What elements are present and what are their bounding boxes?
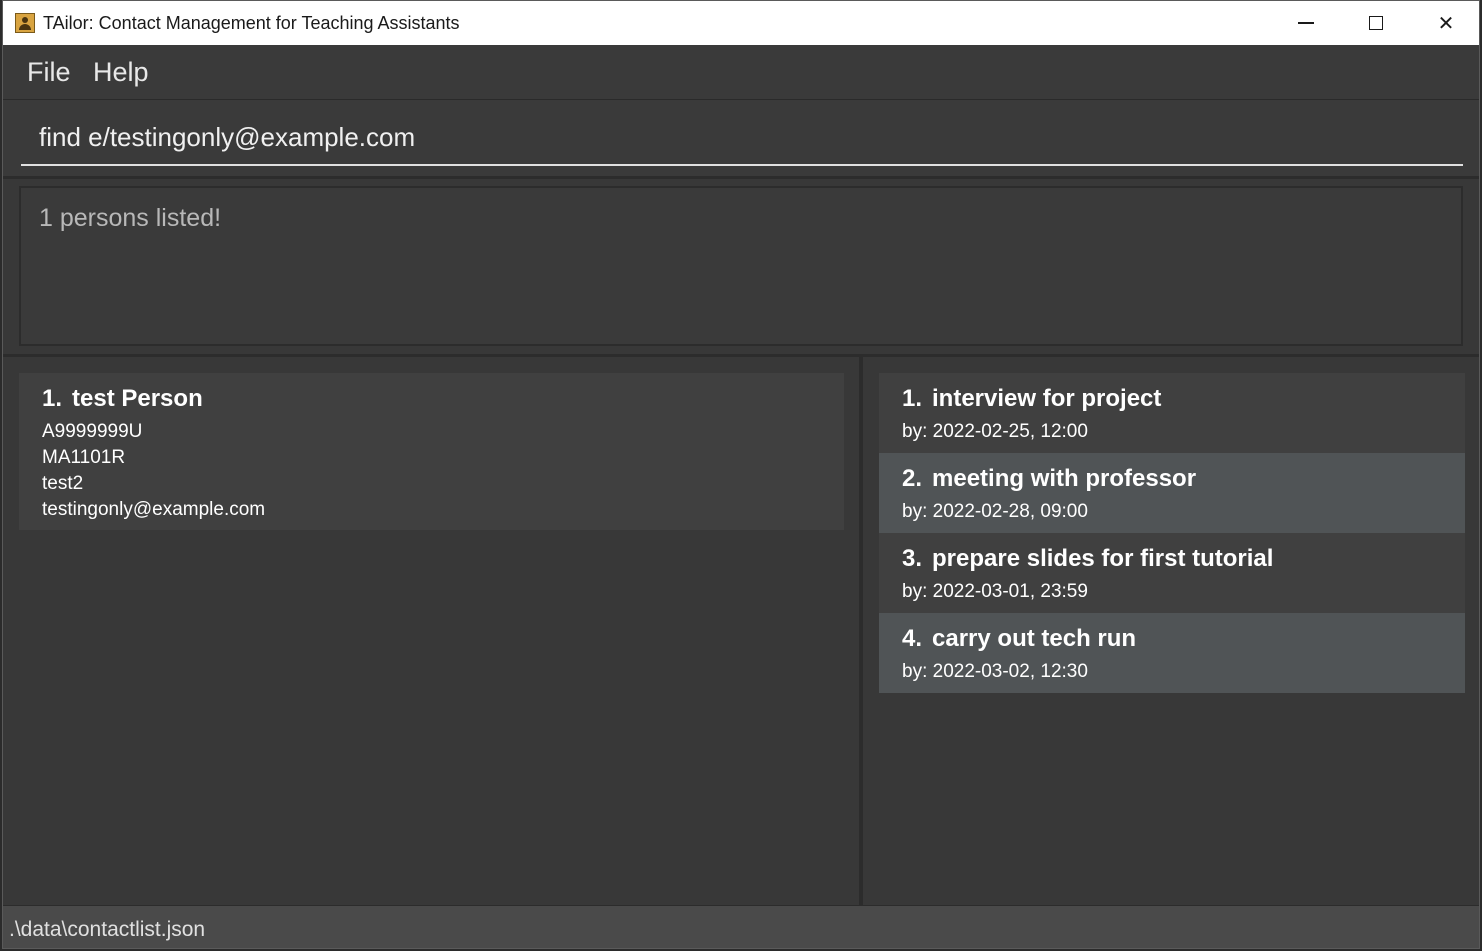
task-title-row: 1. interview for project xyxy=(902,385,1161,413)
task-title: interview for project xyxy=(932,385,1162,412)
maximize-icon xyxy=(1369,16,1383,30)
command-box xyxy=(3,100,1479,179)
person-name: test Person xyxy=(72,385,203,412)
task-list[interactable]: 1. interview for project by: 2022-02-25, … xyxy=(863,357,1479,905)
result-display[interactable]: 1 persons listed! xyxy=(19,186,1463,346)
task-card[interactable]: 3. prepare slides for first tutorial by: … xyxy=(879,533,1465,613)
task-index: 2. xyxy=(902,465,923,492)
task-index: 4. xyxy=(902,625,923,652)
task-card[interactable]: 2. meeting with professor by: 2022-02-28,… xyxy=(879,453,1465,533)
close-icon: ✕ xyxy=(1437,12,1455,35)
data-file-path: .\data\contactlist.json xyxy=(9,918,206,941)
task-card[interactable]: 1. interview for project by: 2022-02-25, … xyxy=(879,373,1465,453)
task-title: carry out tech run xyxy=(932,625,1137,652)
result-message: 1 persons listed! xyxy=(39,204,222,232)
close-button[interactable]: ✕ xyxy=(1411,1,1479,45)
person-student-id: A9999999U xyxy=(42,421,143,442)
command-input[interactable] xyxy=(21,110,1463,166)
task-index: 3. xyxy=(902,545,923,572)
task-deadline: by: 2022-02-28, 09:00 xyxy=(902,501,1088,522)
task-card[interactable]: 4. carry out tech run by: 2022-03-02, 12:… xyxy=(879,613,1465,693)
result-display-panel: 1 persons listed! xyxy=(3,179,1479,357)
task-deadline: by: 2022-02-25, 12:00 xyxy=(902,421,1088,442)
person-index: 1. xyxy=(42,385,63,412)
person-tag: test2 xyxy=(42,473,84,494)
person-email: testingonly@example.com xyxy=(42,499,266,520)
menu-file[interactable]: File xyxy=(27,57,71,88)
menu-bar: File Help xyxy=(3,45,1479,100)
person-module: MA1101R xyxy=(42,447,126,468)
person-card[interactable]: 1. test Person A9999999U MA1101R test2 te… xyxy=(19,373,844,530)
status-bar: .\data\contactlist.json xyxy=(3,905,1479,948)
title-bar[interactable]: TAilor: Contact Management for Teaching … xyxy=(3,1,1479,45)
menu-help[interactable]: Help xyxy=(93,57,149,88)
app-window: TAilor: Contact Management for Teaching … xyxy=(2,0,1480,949)
minimize-button[interactable] xyxy=(1271,1,1341,45)
task-deadline: by: 2022-03-02, 12:30 xyxy=(902,661,1088,682)
person-list[interactable]: 1. test Person A9999999U MA1101R test2 te… xyxy=(3,357,859,905)
task-title: meeting with professor xyxy=(932,465,1197,492)
task-title-row: 2. meeting with professor xyxy=(902,465,1196,493)
app-contact-icon xyxy=(15,13,35,33)
window-title: TAilor: Contact Management for Teaching … xyxy=(43,13,460,33)
task-title: prepare slides for first tutorial xyxy=(932,545,1274,572)
maximize-button[interactable] xyxy=(1341,1,1411,45)
person-name-row: 1. test Person xyxy=(42,385,203,413)
minimize-icon xyxy=(1298,22,1314,24)
task-title-row: 4. carry out tech run xyxy=(902,625,1136,653)
task-index: 1. xyxy=(902,385,923,412)
task-title-row: 3. prepare slides for first tutorial xyxy=(902,545,1273,573)
task-deadline: by: 2022-03-01, 23:59 xyxy=(902,581,1088,602)
